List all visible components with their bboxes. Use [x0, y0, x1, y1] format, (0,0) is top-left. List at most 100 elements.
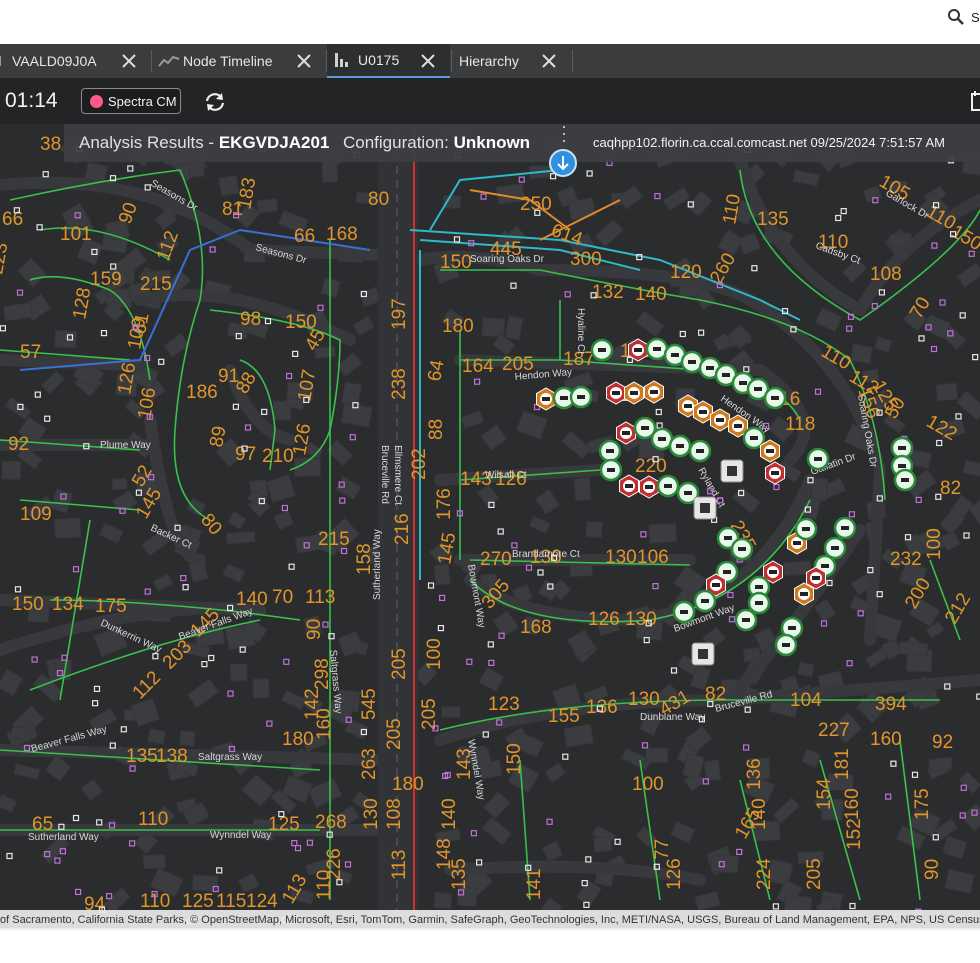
map-canvas[interactable]: 3866101223159 21511290 811831686680 250445 6… [0, 124, 980, 928]
device-glyph [625, 484, 633, 488]
span-length-label: 181 [832, 748, 853, 780]
span-length-label: 150 [504, 743, 525, 775]
span-length-label: 238 [389, 368, 410, 400]
device-glyph [821, 564, 829, 568]
tab-label: Node Timeline [183, 53, 273, 69]
device-glyph [769, 570, 777, 574]
span-length-label: 150 [440, 252, 472, 273]
span-length-label: 64 [424, 358, 448, 383]
search-icon[interactable] [947, 8, 965, 26]
close-icon[interactable] [542, 54, 556, 68]
device-glyph [755, 585, 763, 589]
tab-hierarchy[interactable]: Hierarchy [452, 44, 572, 78]
span-length-label: 160 [870, 729, 902, 750]
device-glyph [712, 583, 720, 587]
span-length-label: 57 [20, 342, 41, 363]
device-glyph [658, 437, 666, 441]
span-length-label: 300 [570, 249, 602, 270]
span-length-label: 268 [315, 812, 347, 833]
device-glyph [739, 381, 747, 385]
span-length-label: 88 [426, 419, 447, 440]
download-button[interactable] [549, 149, 577, 177]
span-length-label: 110 [138, 809, 168, 830]
span-length-label: 123 [488, 694, 520, 715]
close-icon[interactable] [421, 54, 435, 68]
bottom-bar [0, 930, 980, 963]
street-label: Plume Way [100, 440, 151, 451]
device-glyph [630, 391, 638, 395]
device-glyph [577, 395, 585, 399]
span-length-label: 180 [392, 774, 424, 795]
device-glyph [701, 599, 709, 603]
line-chart-icon [158, 55, 180, 67]
close-icon[interactable] [122, 54, 136, 68]
device-glyph [650, 390, 658, 394]
configuration-label: Configuration: [343, 133, 454, 152]
span-length-label: 138 [156, 746, 188, 767]
span-length-label: 205 [804, 858, 825, 890]
span-length-label: 154 [814, 778, 835, 810]
span-length-label: 175 [95, 596, 127, 617]
street-label: Wilsall Ct [485, 470, 527, 481]
span-length-label: 140 [635, 284, 667, 305]
span-length-label: 545 [359, 688, 380, 720]
span-length-label: 168 [520, 617, 552, 638]
span-length-label: 124 [246, 891, 278, 912]
street-label: Ellmsmere Ct [392, 445, 403, 505]
spectra-label: Spectra CM [108, 94, 177, 109]
tab-u0175[interactable]: U0175 [327, 44, 450, 78]
tab-vaald09j0a[interactable]: VAALD09J0A [0, 44, 150, 78]
device-glyph [671, 353, 679, 357]
span-length-label: 141 [524, 868, 545, 900]
analysis-title: Analysis Results - EKGVDJA201 [79, 133, 329, 153]
spectra-cm-button[interactable]: Spectra CM [81, 88, 181, 114]
span-length-label: 132 [592, 282, 624, 303]
analysis-header: Analysis Results - EKGVDJA201 Configurat… [64, 124, 980, 162]
span-length-label: 100 [424, 638, 445, 670]
device-glyph [612, 391, 620, 395]
span-length-label: 134 [52, 594, 84, 615]
document-icon [0, 56, 1, 66]
span-length-label: 145 [0, 638, 2, 670]
configuration-value: Unknown [453, 133, 531, 152]
device-glyph [622, 431, 630, 435]
close-icon[interactable] [297, 54, 311, 68]
span-length-label: 227 [818, 720, 850, 741]
tab-label: U0175 [358, 52, 400, 68]
device-glyph [814, 457, 822, 461]
span-length-label: 38 [40, 134, 61, 155]
span-length-label: 135 [126, 746, 158, 767]
span-length-label: 210 [262, 446, 294, 467]
span-length-label: 130 [361, 798, 382, 830]
device-glyph [680, 610, 688, 614]
span-length-label: 108 [384, 798, 405, 830]
span-length-label: 125 [182, 891, 214, 912]
tab-label: VAALD09J0A [12, 53, 97, 69]
bar-chart-icon [335, 53, 348, 67]
tab-node-timeline[interactable]: Node Timeline [152, 44, 326, 78]
span-length-label: 175 [912, 788, 933, 820]
device-glyph [700, 503, 710, 513]
span-length-label: 164 [462, 356, 494, 377]
device-glyph [841, 526, 849, 530]
span-length-label: 155 [548, 706, 580, 727]
device-glyph [812, 576, 820, 580]
device-glyph [793, 541, 801, 545]
street-label: Wynndel Way [210, 830, 271, 841]
span-length-label: 115 [216, 891, 246, 912]
span-length-label: 159 [90, 269, 122, 290]
span-length-label: 77 [652, 839, 673, 860]
span-length-label: 232 [890, 549, 922, 570]
refresh-icon[interactable] [203, 90, 227, 114]
street-label: Saltgrass Way [198, 752, 262, 763]
search-input[interactable]: S [971, 10, 980, 25]
calendar-icon[interactable] [970, 90, 980, 112]
device-glyph [696, 449, 704, 453]
span-length-label: 160 [842, 788, 863, 820]
span-length-label: 80 [368, 189, 389, 210]
drag-handle-icon[interactable] [563, 126, 565, 144]
map-view[interactable]: 38 66 101 223 159 215 112 90 81 183 168 66 80 250 445 6… [0, 124, 980, 928]
device-glyph [734, 424, 742, 428]
tab-divider [572, 50, 573, 72]
span-length-label: 215 [318, 529, 350, 550]
